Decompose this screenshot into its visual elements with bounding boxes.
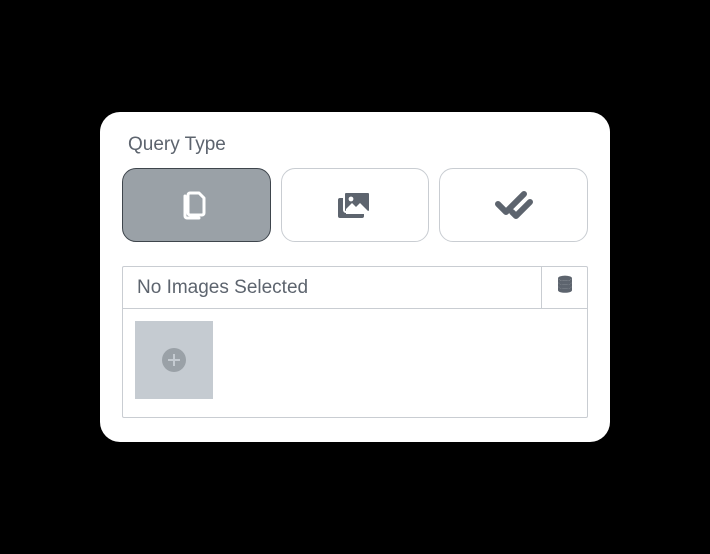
database-icon [556,275,574,300]
images-icon [333,187,377,223]
query-type-card: Query Type [100,112,610,442]
plus-icon [162,348,186,372]
images-source-button[interactable] [541,267,587,308]
add-image-tile[interactable] [135,321,213,399]
option-by-check[interactable] [439,168,588,242]
images-body [123,309,587,417]
option-by-image[interactable] [281,168,430,242]
images-header: No Images Selected [123,267,587,309]
images-header-title: No Images Selected [123,267,541,308]
double-check-icon [494,188,534,222]
images-panel: No Images Selected [122,266,588,418]
query-type-options [122,168,588,242]
documents-icon [176,185,216,225]
section-title: Query Type [128,134,588,156]
option-by-document[interactable] [122,168,271,242]
